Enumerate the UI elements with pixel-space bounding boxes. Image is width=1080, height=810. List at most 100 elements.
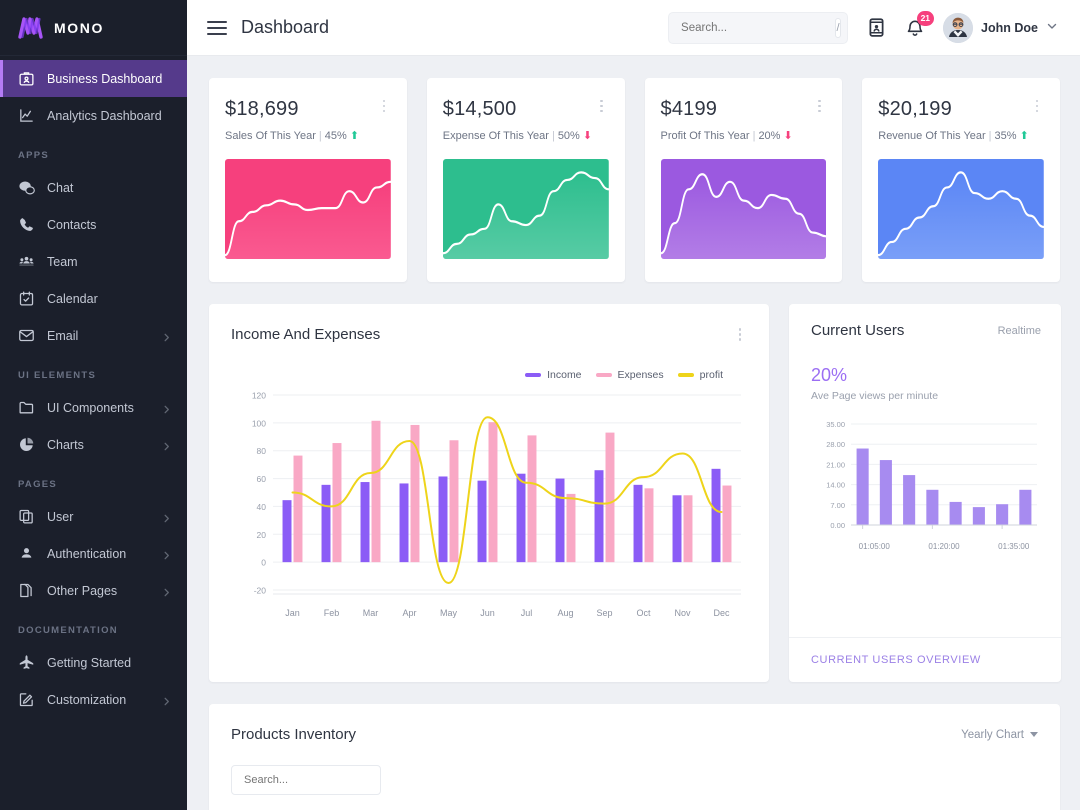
sidebar-item-contacts[interactable]: Contacts: [0, 206, 187, 243]
sidebar-item-label: UI Components: [47, 400, 134, 415]
search-shortcut-key: /: [835, 17, 842, 38]
sidebar-item-label: Analytics Dashboard: [47, 108, 162, 123]
edit-square-icon: [18, 691, 35, 708]
brand[interactable]: MONO: [0, 0, 187, 56]
legend-swatch: [595, 373, 612, 377]
yearly-chart-label: Yearly Chart: [961, 728, 1024, 741]
stat-percent: 45%: [324, 130, 347, 142]
svg-text:Jun: Jun: [480, 608, 495, 618]
phone-icon: [18, 216, 35, 233]
legend-swatch: [525, 373, 542, 377]
stat-card-revenue: $20,199 Revenue Of This Year | 35% ⬆: [862, 78, 1060, 282]
sparkline-chart: [225, 159, 391, 260]
income-expenses-panel: Income And Expenses Income Expenses prof…: [209, 304, 769, 682]
chevron-right-icon: [162, 331, 171, 342]
kebab-menu-icon[interactable]: [733, 327, 747, 343]
products-search-box[interactable]: [231, 765, 381, 795]
svg-text:Jul: Jul: [521, 608, 533, 618]
svg-text:Apr: Apr: [402, 608, 416, 618]
chevron-right-icon: [162, 695, 171, 706]
sidebar-item-chat[interactable]: Chat: [0, 169, 187, 206]
kebab-menu-icon[interactable]: [812, 98, 826, 114]
svg-text:01:20:00: 01:20:00: [928, 542, 960, 551]
stat-value: $18,699: [225, 98, 299, 120]
sidebar-item-label: Contacts: [47, 217, 97, 232]
copy-icon: [18, 508, 35, 525]
sidebar-item-label: Customization: [47, 692, 127, 707]
sidebar-item-charts[interactable]: Charts: [0, 426, 187, 463]
svg-text:May: May: [440, 608, 458, 618]
panel-head: Products Inventory Yearly Chart: [231, 726, 1038, 743]
svg-text:7.00: 7.00: [830, 501, 845, 510]
stat-card-expense: $14,500 Expense Of This Year | 50% ⬇: [426, 78, 625, 282]
envelope-icon: [18, 327, 35, 344]
sidebar-item-email[interactable]: Email: [0, 317, 187, 354]
sidebar-section-ui-elements: UI ELEMENTS: [18, 370, 97, 381]
chart-line-icon: [18, 107, 35, 124]
products-inventory-panel: Products Inventory Yearly Chart: [209, 704, 1060, 810]
panel-head: Current Users Realtime: [811, 322, 1041, 339]
sparkline-chart: [878, 159, 1044, 260]
stat-head: $14,500: [443, 98, 609, 121]
sidebar-item-calendar[interactable]: Calendar: [0, 280, 187, 317]
current-users-chart: 0.00 7.00 14.00 21.00 28.00 35.00 01:05:00 01:2…: [811, 416, 1041, 564]
sidebar-item-other-pages[interactable]: Other Pages: [0, 572, 187, 609]
notification-badge: 21: [916, 10, 935, 26]
yearly-chart-dropdown[interactable]: Yearly Chart: [961, 729, 1038, 741]
stat-subtitle: Sales Of This Year | 45% ⬆: [225, 128, 391, 145]
team-icon: [18, 253, 35, 270]
products-search-input[interactable]: [244, 774, 368, 786]
arrow-up-icon: ⬆: [1019, 130, 1029, 142]
contact-card-icon[interactable]: [866, 17, 887, 38]
sidebar-item-user[interactable]: User: [0, 498, 187, 535]
sidebar-item-analytics-dashboard[interactable]: Analytics Dashboard: [0, 97, 187, 134]
svg-text:Feb: Feb: [324, 608, 340, 618]
kebab-menu-icon[interactable]: [595, 98, 609, 114]
stat-percent: 20%: [758, 130, 781, 142]
search-input[interactable]: [681, 21, 836, 34]
stat-value: $20,199: [878, 98, 952, 120]
sidebar-item-ui-components[interactable]: UI Components: [0, 389, 187, 426]
user-name: John Doe: [981, 20, 1038, 35]
sparkline-chart: [442, 159, 609, 260]
sidebar: MONO Business Dashboard Analytics Dashbo…: [0, 0, 187, 810]
kebab-menu-icon[interactable]: [377, 98, 391, 114]
svg-text:40: 40: [257, 502, 267, 512]
svg-text:0.00: 0.00: [830, 521, 845, 530]
stat-label: Profit Of This Year: [660, 130, 750, 142]
legend-item-profit[interactable]: profit: [677, 369, 723, 381]
hamburger-icon[interactable]: [207, 17, 227, 39]
panel-title: Income And Expenses: [231, 326, 381, 343]
sidebar-item-authentication[interactable]: Authentication: [0, 535, 187, 572]
svg-text:Oct: Oct: [636, 608, 651, 618]
chevron-down-icon: [1046, 20, 1058, 35]
sidebar-item-label: Business Dashboard: [47, 71, 163, 86]
sidebar-item-business-dashboard[interactable]: Business Dashboard: [0, 60, 187, 97]
briefcase-icon: [18, 70, 35, 87]
brand-name: MONO: [54, 19, 104, 36]
sidebar-item-getting-started[interactable]: Getting Started: [0, 644, 187, 681]
stat-percent: 50%: [557, 130, 580, 142]
sidebar-item-label: Team: [47, 254, 78, 269]
legend-item-expenses[interactable]: Expenses: [595, 369, 664, 381]
sidebar-item-team[interactable]: Team: [0, 243, 187, 280]
svg-text:100: 100: [252, 418, 266, 428]
separator: |: [551, 130, 555, 142]
bell-icon[interactable]: 21: [905, 10, 935, 38]
current-users-overview-link[interactable]: CURRENT USERS OVERVIEW: [789, 637, 1061, 682]
legend-item-income[interactable]: Income: [525, 369, 582, 381]
sidebar-item-label: Calendar: [47, 291, 98, 306]
search-box[interactable]: /: [668, 11, 849, 44]
svg-text:Aug: Aug: [557, 608, 573, 618]
chevron-right-icon: [162, 549, 171, 560]
sidebar-item-customization[interactable]: Customization: [0, 681, 187, 718]
stats-row: $18,699 Sales Of This Year | 45% ⬆ $14,500: [209, 78, 1060, 282]
pages-icon: [18, 582, 35, 599]
kebab-menu-icon[interactable]: [1030, 98, 1044, 114]
svg-text:-20: -20: [254, 586, 267, 596]
user-menu[interactable]: John Doe: [943, 12, 1058, 43]
svg-text:0: 0: [261, 558, 266, 568]
stat-value: $14,500: [442, 98, 517, 120]
current-users-panel: Current Users Realtime 20% Ave Page view…: [789, 304, 1061, 682]
svg-text:01:05:00: 01:05:00: [859, 542, 891, 551]
